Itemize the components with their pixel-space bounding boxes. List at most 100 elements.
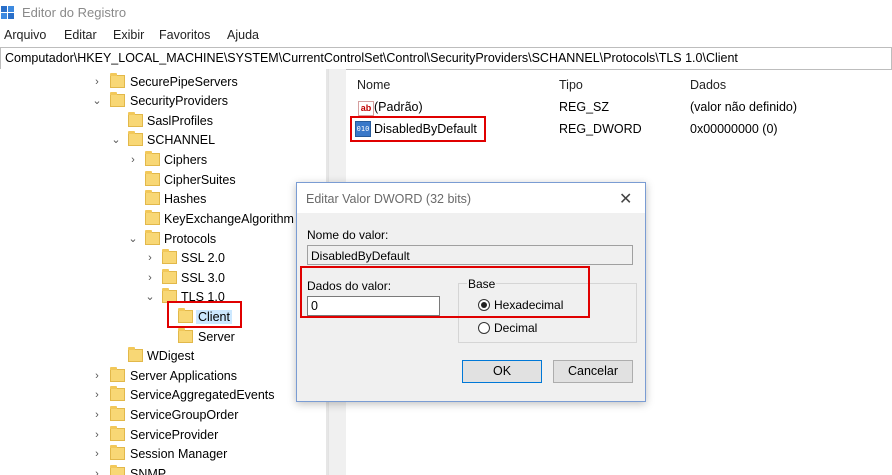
registry-tree[interactable]: › SecurePipeServers ⌄ SecurityProviders … (0, 69, 326, 475)
decimal-radio[interactable] (478, 322, 490, 334)
address-path: Computador\HKEY_LOCAL_MACHINE\SYSTEM\Cur… (5, 51, 738, 65)
tree-item-label: Server (198, 330, 235, 344)
address-bar[interactable]: Computador\HKEY_LOCAL_MACHINE\SYSTEM\Cur… (0, 47, 892, 70)
decimal-label[interactable]: Decimal (494, 321, 537, 335)
column-header-data[interactable]: Dados (690, 78, 726, 92)
folder-icon (110, 367, 125, 382)
folder-icon (145, 230, 160, 245)
expand-chevron-icon[interactable]: › (91, 407, 103, 423)
folder-icon (128, 131, 143, 146)
tree-item-label: Hashes (164, 192, 207, 206)
tree-item-label: SCHANNEL (147, 133, 216, 147)
value-name-text: DisabledByDefault (311, 249, 410, 263)
folder-icon (145, 210, 160, 225)
folder-icon (145, 190, 160, 205)
collapse-chevron-icon[interactable]: ⌄ (91, 93, 103, 109)
value-type: REG_SZ (559, 100, 610, 114)
expand-chevron-icon[interactable]: › (91, 368, 103, 384)
menu-favoritos[interactable]: Favoritos (159, 28, 210, 42)
tree-item-ciphersuites[interactable]: CipherSuites (0, 171, 326, 190)
value-data: 0x00000000 (0) (690, 122, 778, 136)
highlight-disabledbydefault-box (350, 116, 486, 142)
tree-item-ssl-2[interactable]: › SSL 2.0 (0, 249, 326, 268)
folder-icon (128, 347, 143, 362)
tree-item-client[interactable]: Client (0, 308, 326, 327)
value-row-default[interactable]: ab (Padrão) REG_SZ (valor não definido) (349, 98, 892, 118)
tree-item-schannel[interactable]: ⌄ SCHANNEL (0, 131, 326, 150)
collapse-chevron-icon[interactable]: ⌄ (110, 132, 122, 148)
tree-item-label: Ciphers (164, 153, 208, 167)
expand-chevron-icon[interactable]: › (127, 152, 139, 168)
menu-editar[interactable]: Editar (64, 28, 97, 42)
tree-item-keyexchangealgorithm[interactable]: KeyExchangeAlgorithm (0, 210, 326, 229)
menu-bar: Arquivo Editar Exibir Favoritos Ajuda (0, 26, 892, 46)
menu-ajuda[interactable]: Ajuda (227, 28, 259, 42)
tree-item-securityproviders[interactable]: ⌄ SecurityProviders (0, 92, 326, 111)
value-type: REG_DWORD (559, 122, 642, 136)
folder-icon (145, 151, 160, 166)
dialog-title: Editar Valor DWORD (32 bits) (306, 192, 472, 206)
tree-item-label: SecurityProviders (130, 94, 228, 108)
tree-item-servicegrouporder[interactable]: › ServiceGroupOrder (0, 406, 326, 425)
tree-item-label: SSL 2.0 (181, 251, 226, 265)
highlight-client-box (167, 301, 242, 328)
expand-chevron-icon[interactable]: › (91, 466, 103, 475)
values-header: Nome Tipo Dados (349, 69, 892, 95)
tree-item-server[interactable]: Server (0, 328, 326, 347)
value-name-field: DisabledByDefault (307, 245, 633, 265)
menu-exibir[interactable]: Exibir (113, 28, 144, 42)
tree-item-protocols[interactable]: ⌄ Protocols (0, 230, 326, 249)
tree-item-label: Server Applications (130, 369, 238, 383)
expand-chevron-icon[interactable]: › (144, 270, 156, 286)
tree-item-session-manager[interactable]: › Session Manager (0, 445, 326, 464)
folder-icon (110, 445, 125, 460)
folder-icon (110, 73, 125, 88)
folder-icon (162, 269, 177, 284)
string-value-icon: ab (358, 101, 374, 116)
tree-item-hashes[interactable]: Hashes (0, 190, 326, 209)
tree-item-label: ServiceAggregatedEvents (130, 388, 275, 402)
expand-chevron-icon[interactable]: › (91, 74, 103, 90)
regedit-icon (1, 6, 14, 19)
column-header-type[interactable]: Tipo (559, 78, 583, 92)
title-bar: Editor do Registro (0, 0, 892, 26)
tree-item-tls-1-0[interactable]: ⌄ TLS 1.0 (0, 288, 326, 307)
folder-icon (110, 92, 125, 107)
ok-button[interactable]: OK (462, 360, 542, 383)
tree-item-label: CipherSuites (164, 173, 236, 187)
tree-item-serviceprovider[interactable]: › ServiceProvider (0, 426, 326, 445)
folder-icon (178, 328, 193, 343)
tree-item-ciphers[interactable]: › Ciphers (0, 151, 326, 170)
folder-icon (145, 171, 160, 186)
tree-item-label: Session Manager (130, 447, 228, 461)
dialog-title-bar[interactable]: Editar Valor DWORD (32 bits) ✕ (297, 183, 645, 213)
tree-item-serviceaggregatedevents[interactable]: › ServiceAggregatedEvents (0, 386, 326, 405)
expand-chevron-icon[interactable]: › (91, 387, 103, 403)
menu-arquivo[interactable]: Arquivo (4, 28, 46, 42)
expand-chevron-icon[interactable]: › (91, 427, 103, 443)
tree-item-label: SSL 3.0 (181, 271, 226, 285)
collapse-chevron-icon[interactable]: ⌄ (127, 231, 139, 247)
tree-item-saslprofiles[interactable]: SaslProfiles (0, 112, 326, 131)
folder-icon (110, 465, 125, 475)
tree-item-wdigest[interactable]: WDigest (0, 347, 326, 366)
folder-icon (110, 426, 125, 441)
column-header-name[interactable]: Nome (357, 78, 390, 92)
value-name: (Padrão) (374, 100, 423, 114)
tree-item-ssl-3[interactable]: › SSL 3.0 (0, 269, 326, 288)
value-name-label: Nome do valor: (307, 228, 389, 242)
tree-item-label: WDigest (147, 349, 195, 363)
folder-icon (110, 386, 125, 401)
collapse-chevron-icon[interactable]: ⌄ (144, 289, 156, 305)
tree-item-label: SaslProfiles (147, 114, 213, 128)
cancel-button[interactable]: Cancelar (553, 360, 633, 383)
close-icon[interactable]: ✕ (619, 189, 632, 209)
expand-chevron-icon[interactable]: › (144, 250, 156, 266)
tree-item-label: SNMP (130, 467, 167, 475)
tree-item-label: ServiceGroupOrder (130, 408, 239, 422)
expand-chevron-icon[interactable]: › (91, 446, 103, 462)
tree-item-securepipeservers[interactable]: › SecurePipeServers (0, 73, 326, 92)
tree-item-server-applications[interactable]: › Server Applications (0, 367, 326, 386)
tree-item-snmp[interactable]: › SNMP (0, 465, 326, 475)
window-title: Editor do Registro (22, 5, 127, 20)
